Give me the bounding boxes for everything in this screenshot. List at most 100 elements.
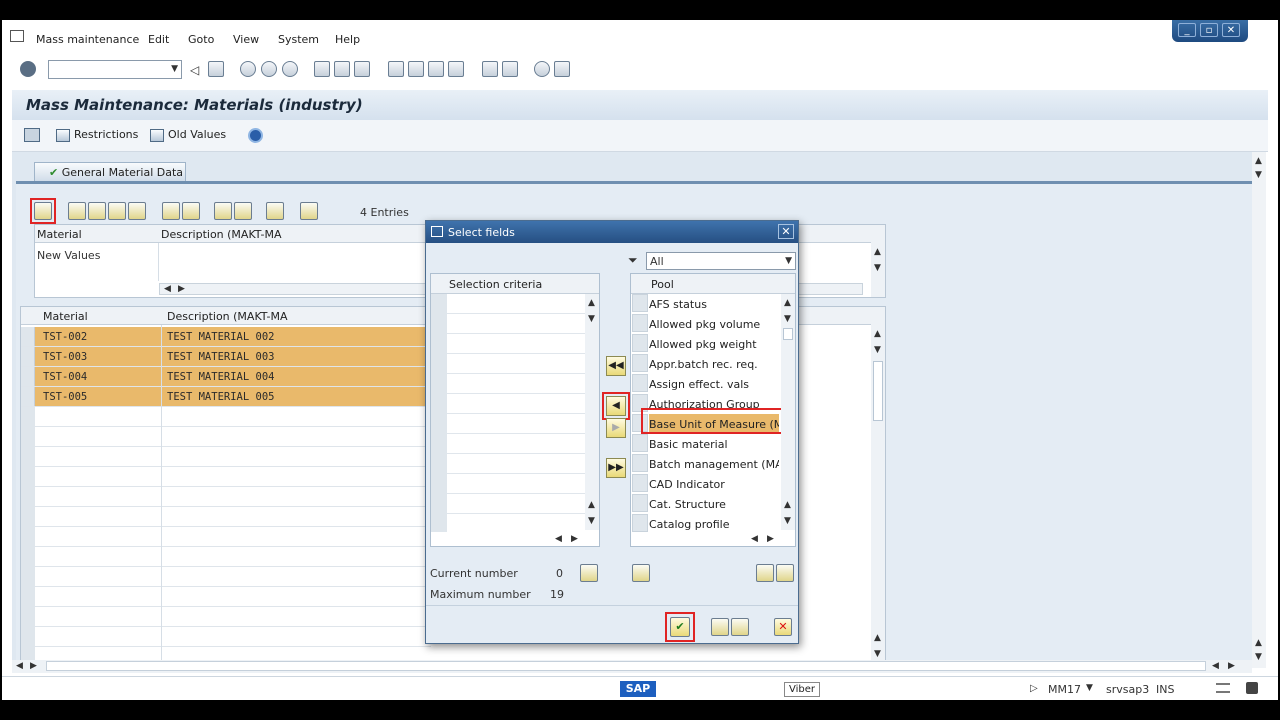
previous-page-icon[interactable]	[408, 61, 424, 77]
chevron-down-icon[interactable]: ▼	[171, 64, 178, 74]
lower-vertical-scrollbar[interactable]: ▲ ▼ ▲ ▼	[871, 307, 885, 663]
menu-goto[interactable]: Goto	[188, 33, 214, 46]
table-row[interactable]: TST-005 TEST MATERIAL 005	[21, 387, 431, 407]
scroll-up-icon[interactable]: ▲	[784, 298, 791, 308]
upper-vertical-scrollbar[interactable]: ▲ ▼	[871, 225, 885, 297]
scroll-right-icon[interactable]: ▶	[178, 284, 185, 294]
export-icon[interactable]	[300, 202, 318, 220]
find-icon[interactable]	[334, 61, 350, 77]
pool-row-selector[interactable]	[632, 334, 648, 352]
sum-icon[interactable]	[266, 202, 284, 220]
column-3-icon[interactable]	[108, 202, 126, 220]
pool-item[interactable]: Batch management (MA	[649, 454, 779, 474]
selection-vertical-scrollbar[interactable]: ▲ ▼ ▲ ▼	[585, 294, 599, 530]
enter-icon[interactable]	[20, 61, 36, 77]
row-selector[interactable]	[21, 327, 35, 346]
pool-row-selector[interactable]	[632, 354, 648, 372]
chevron-down-icon[interactable]: ▼	[785, 256, 792, 266]
old-values-button[interactable]: Old Values	[150, 128, 226, 142]
menu-help[interactable]: Help	[335, 33, 360, 46]
shortcut-icon[interactable]	[502, 61, 518, 77]
scroll-up-icon[interactable]: ▲	[1255, 638, 1262, 648]
column-2-icon[interactable]	[88, 202, 106, 220]
scroll-left-icon[interactable]: ◀	[1212, 661, 1219, 671]
pool-item[interactable]: Basic material	[649, 434, 779, 454]
pool-item[interactable]: Cat. Structure	[649, 494, 779, 514]
page-horizontal-scrollbar[interactable]: ◀ ▶ ◀ ▶	[12, 660, 1252, 673]
column-description[interactable]: Description (MAKT-MA	[167, 310, 288, 323]
move-all-right-button[interactable]: ▶▶	[606, 458, 626, 478]
scroll-up-icon[interactable]: ▲	[588, 500, 595, 510]
table-row[interactable]: TST-004 TEST MATERIAL 004	[21, 367, 431, 387]
scroll-thumb[interactable]	[46, 661, 1206, 671]
pool-header-label[interactable]: Pool	[651, 278, 674, 291]
command-field[interactable]: ▼	[48, 60, 182, 79]
layout-icon[interactable]	[554, 61, 570, 77]
execute-icon[interactable]	[24, 128, 40, 142]
tab-general-material-data[interactable]: ✔ General Material Data	[34, 162, 186, 182]
scroll-left-icon[interactable]: ◀	[164, 284, 171, 294]
scroll-right-icon[interactable]: ▶	[767, 534, 774, 544]
page-vertical-scrollbar[interactable]: ▲ ▼ ▲ ▼	[1252, 152, 1266, 668]
pool-item[interactable]: Appr.batch rec. req.	[649, 354, 779, 374]
restore-icon[interactable]: ▫	[1200, 23, 1218, 37]
scroll-down-icon[interactable]: ▼	[1255, 652, 1262, 662]
pool-filter-button[interactable]	[776, 564, 794, 582]
pool-row-selector[interactable]	[632, 494, 648, 512]
layout-2-icon[interactable]	[182, 202, 200, 220]
pool-row-selector[interactable]	[632, 474, 648, 492]
column-material[interactable]: Material	[43, 310, 88, 323]
scroll-down-icon[interactable]: ▼	[784, 516, 791, 526]
menu-view[interactable]: View	[233, 33, 259, 46]
table-row[interactable]: TST-003 TEST MATERIAL 003	[21, 347, 431, 367]
pool-row-selector[interactable]	[632, 434, 648, 452]
cancel-button[interactable]: ✕	[774, 618, 792, 636]
scroll-left-icon[interactable]: ◀	[555, 534, 562, 544]
selection-sort-button[interactable]	[580, 564, 598, 582]
scroll-down-icon[interactable]: ▼	[588, 314, 595, 324]
cancel-icon[interactable]	[282, 61, 298, 77]
back-arrow-icon[interactable]: ◁	[190, 63, 199, 77]
restrictions-button[interactable]: Restrictions	[56, 128, 138, 142]
scroll-down-icon[interactable]: ▼	[874, 649, 881, 659]
scroll-up-icon[interactable]: ▲	[874, 633, 881, 643]
layout-1-icon[interactable]	[162, 202, 180, 220]
menu-system[interactable]: System	[278, 33, 319, 46]
scroll-down-icon[interactable]: ▼	[588, 516, 595, 526]
settings-icon[interactable]	[1216, 683, 1230, 693]
scroll-down-icon[interactable]: ▼	[874, 263, 881, 273]
transaction-code[interactable]: MM17	[1048, 683, 1081, 696]
column-4-icon[interactable]	[128, 202, 146, 220]
scroll-thumb[interactable]	[783, 328, 793, 340]
scroll-up-icon[interactable]: ▲	[1255, 156, 1262, 166]
help-icon[interactable]	[534, 61, 550, 77]
filter-icon[interactable]	[234, 202, 252, 220]
scroll-right-icon[interactable]: ▶	[30, 661, 37, 671]
menu-icon[interactable]	[10, 30, 24, 42]
move-right-button[interactable]: ▶	[606, 418, 626, 438]
back-icon[interactable]	[240, 61, 256, 77]
dialog-layout-1-button[interactable]	[711, 618, 729, 636]
last-page-icon[interactable]	[448, 61, 464, 77]
column-description[interactable]: Description (MAKT-MA	[161, 228, 282, 241]
menu-edit[interactable]: Edit	[148, 33, 169, 46]
scroll-thumb[interactable]	[873, 361, 883, 421]
scroll-up-icon[interactable]: ▲	[874, 329, 881, 339]
scroll-up-icon[interactable]: ▲	[784, 500, 791, 510]
table-row[interactable]: TST-002 TEST MATERIAL 002	[21, 327, 431, 347]
pool-row-selector[interactable]	[632, 294, 648, 312]
find-next-icon[interactable]	[354, 61, 370, 77]
pool-vertical-scrollbar[interactable]: ▲ ▼ ▲ ▼	[781, 294, 795, 530]
column-material[interactable]: Material	[37, 228, 82, 241]
print-icon[interactable]	[314, 61, 330, 77]
refresh-icon[interactable]	[248, 128, 263, 143]
pool-item[interactable]: Assign effect. vals	[649, 374, 779, 394]
pool-row-selector[interactable]	[632, 514, 648, 532]
pool-row-selector[interactable]	[632, 374, 648, 392]
column-1-icon[interactable]	[68, 202, 86, 220]
scroll-right-icon[interactable]: ▶	[1228, 661, 1235, 671]
scroll-down-icon[interactable]: ▼	[1255, 170, 1262, 180]
scroll-down-icon[interactable]: ▼	[784, 314, 791, 324]
scroll-left-icon[interactable]: ◀	[16, 661, 23, 671]
scroll-down-icon[interactable]: ▼	[874, 345, 881, 355]
